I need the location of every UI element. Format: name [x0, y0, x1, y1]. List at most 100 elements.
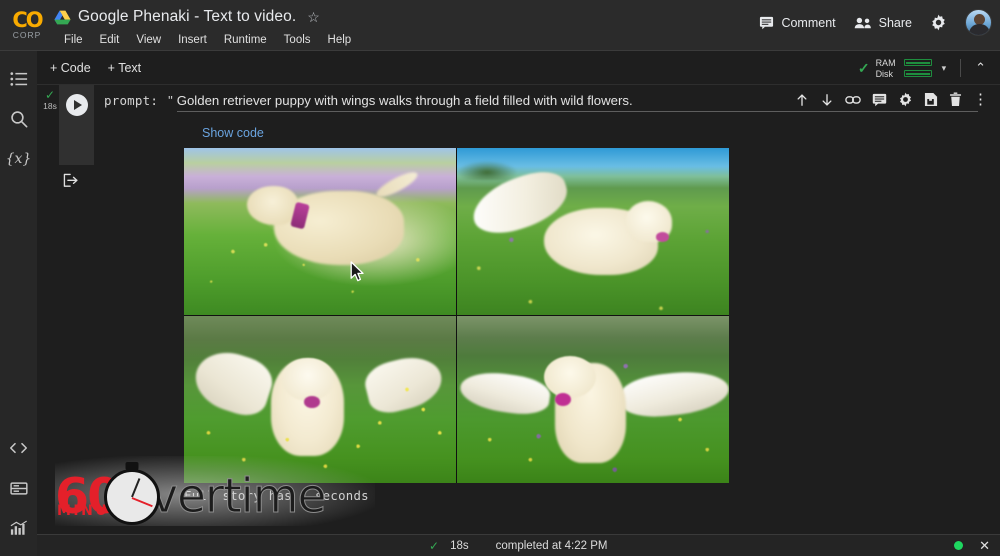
frame3-mouth: [304, 396, 320, 408]
frame2-dog-body: [544, 208, 658, 275]
connection-status-dot: [954, 541, 963, 550]
cell-toolbar: ⋮: [795, 92, 988, 107]
frame3-dog-head: [282, 358, 334, 401]
add-comment-icon[interactable]: [872, 93, 887, 107]
add-text-cell-button[interactable]: + Text: [108, 61, 141, 75]
chevron-down-icon[interactable]: ▾: [938, 63, 951, 74]
prompt-open-quote: ": [168, 93, 173, 108]
menu-item-insert[interactable]: Insert: [178, 34, 207, 46]
prompt-form-label: prompt:: [104, 93, 158, 108]
code-cell: ✓ 18s: [37, 85, 1000, 534]
cell-output: [94, 140, 1000, 483]
video-frame-1: [184, 148, 456, 315]
status-duration: 18s: [450, 540, 469, 552]
colab-logo-mark: CO: [12, 10, 41, 30]
status-message: completed at 4:22 PM: [496, 540, 608, 552]
broadcast-watermark: 60 MINUTES vertime: [55, 468, 350, 526]
status-right-group: ✕: [954, 538, 990, 554]
notebook-toolbar: + Code + Text ✓ RAM Disk ▾: [37, 51, 1000, 85]
resource-bars: RAM Disk: [876, 58, 932, 79]
collapse-toolbar-icon[interactable]: ⌃: [971, 60, 990, 76]
avatar[interactable]: [965, 9, 992, 36]
code-snippets-icon[interactable]: [0, 428, 37, 468]
share-people-icon: [854, 16, 872, 30]
table-of-contents-icon[interactable]: [0, 59, 37, 99]
link-to-cell-icon[interactable]: [845, 93, 861, 107]
search-icon[interactable]: [0, 99, 37, 139]
play-icon[interactable]: [66, 94, 88, 116]
gear-icon: [930, 14, 947, 31]
menu-item-tools[interactable]: Tools: [284, 34, 311, 46]
disk-label: Disk: [876, 69, 899, 79]
close-icon[interactable]: ✕: [979, 538, 990, 554]
cell-success-check-icon: ✓: [39, 90, 61, 101]
delete-cell-icon[interactable]: [949, 92, 962, 107]
watermark-overtime: vertime: [150, 472, 325, 522]
move-cell-down-icon[interactable]: [820, 93, 834, 107]
resource-usage-indicator[interactable]: ✓ RAM Disk ▾ ⌃: [858, 51, 990, 85]
colab-window: CO CORP Google Phenaki - Text to video. …: [0, 0, 1000, 556]
variables-icon[interactable]: {x}: [0, 139, 37, 179]
menu-item-help[interactable]: Help: [328, 34, 352, 46]
ram-label: RAM: [876, 58, 899, 68]
cell-run-area: [59, 85, 94, 165]
frame4-dog-head: [544, 356, 596, 398]
settings-button[interactable]: [921, 8, 956, 37]
connected-check-icon: ✓: [858, 60, 870, 77]
status-bar: ✓ 18s completed at 4:22 PM ✕: [37, 534, 1000, 556]
cell-run-status: ✓ 18s: [39, 90, 61, 112]
frame1-tail: [374, 168, 421, 202]
frame4-right-wing: [618, 367, 729, 420]
add-code-cell-button[interactable]: + Code: [50, 61, 91, 75]
cell-settings-icon[interactable]: [898, 92, 913, 107]
notebook-main: + Code + Text ✓ RAM Disk ▾: [37, 51, 1000, 556]
output-arrow-icon: [63, 173, 79, 188]
frame1-dog-head: [247, 186, 299, 224]
terminal-icon[interactable]: [0, 508, 37, 548]
frame2-wing: [465, 164, 574, 242]
more-options-icon[interactable]: ⋮: [973, 94, 988, 106]
star-icon[interactable]: ☆: [307, 10, 320, 24]
comment-button[interactable]: Comment: [750, 9, 844, 36]
comment-icon: [759, 15, 774, 30]
frame3-dog-body: [271, 359, 344, 456]
colab-logo[interactable]: CO CORP: [0, 0, 54, 51]
disk-bar: [904, 70, 932, 77]
disk-row: Disk: [876, 69, 932, 79]
frame3-left-wing: [188, 344, 278, 422]
toolbar-divider: [960, 59, 961, 77]
menu-item-file[interactable]: File: [64, 34, 83, 46]
stopwatch-icon: [104, 469, 160, 525]
status-check-icon: ✓: [429, 539, 439, 553]
frame1-collar: [290, 202, 309, 230]
files-icon[interactable]: [0, 468, 37, 508]
app-header: CO CORP Google Phenaki - Text to video. …: [0, 0, 1000, 51]
move-cell-up-icon[interactable]: [795, 93, 809, 107]
app-body: {x}: [0, 51, 1000, 556]
menu-item-edit[interactable]: Edit: [100, 34, 120, 46]
video-frame-4: [457, 316, 729, 483]
share-label: Share: [879, 16, 912, 30]
frame3-right-wing: [361, 351, 447, 418]
comment-label: Comment: [781, 16, 835, 30]
frame4-dog-body: [555, 363, 626, 463]
video-frame-2: [457, 148, 729, 315]
frame4-left-wing: [457, 368, 551, 419]
notebook-title[interactable]: Google Phenaki - Text to video.: [78, 8, 296, 26]
colab-logo-subtitle: CORP: [13, 30, 42, 41]
header-actions: Comment Share: [750, 8, 992, 37]
ram-bar: [904, 59, 932, 66]
left-sidebar: {x}: [0, 51, 37, 556]
menu-item-view[interactable]: View: [136, 34, 161, 46]
mouse-pointer: [350, 261, 365, 282]
sidebar-bottom-group: [0, 428, 37, 548]
frame4-mouth: [555, 393, 571, 406]
cell-run-time: 18s: [39, 101, 61, 112]
ram-row: RAM: [876, 58, 932, 68]
share-button[interactable]: Share: [845, 10, 921, 36]
copy-cell-icon[interactable]: [924, 92, 938, 107]
frame1-dog-body: [274, 191, 405, 264]
frame2-muzzle: [656, 232, 670, 242]
menu-item-runtime[interactable]: Runtime: [224, 34, 267, 46]
show-code-link[interactable]: Show code: [94, 112, 1000, 140]
